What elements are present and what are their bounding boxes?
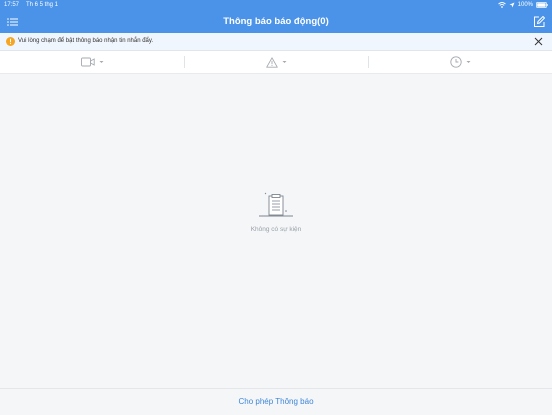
filter-bar bbox=[0, 51, 552, 74]
filter-camera[interactable] bbox=[0, 51, 184, 73]
page-title: Thông báo báo động(0) bbox=[223, 16, 329, 27]
title-bar: Thông báo báo động(0) bbox=[0, 11, 552, 33]
filter-alarm-type[interactable] bbox=[184, 51, 368, 73]
battery-icon bbox=[536, 2, 548, 8]
status-bar: 17:57 Th 6 5 thg 1 100% bbox=[0, 0, 552, 10]
status-time: 17:57 bbox=[4, 2, 20, 8]
chevron-down-icon bbox=[282, 61, 286, 63]
camera-icon bbox=[80, 57, 95, 67]
notice-text: Vui lòng chạm để bật thông báo nhận tin … bbox=[18, 38, 154, 44]
close-icon[interactable] bbox=[533, 36, 544, 47]
wifi-icon bbox=[497, 2, 506, 8]
chevron-down-icon bbox=[466, 61, 470, 63]
bottom-bar: Cho phép Thông báo bbox=[0, 388, 552, 415]
battery-percent: 100% bbox=[517, 2, 533, 8]
empty-state-text: Không có sự kiện bbox=[250, 226, 302, 233]
warning-circle-icon bbox=[6, 37, 15, 46]
filter-time[interactable] bbox=[368, 51, 552, 73]
empty-document-icon bbox=[259, 192, 293, 217]
empty-state: Không có sự kiện bbox=[0, 190, 552, 233]
edit-button[interactable] bbox=[532, 15, 546, 29]
app-header: 17:57 Th 6 5 thg 1 100% Thông báo báo độ… bbox=[0, 0, 552, 33]
chevron-down-icon bbox=[99, 61, 103, 63]
location-icon bbox=[509, 2, 515, 8]
status-indicators: 100% bbox=[497, 0, 548, 10]
status-date: Th 6 5 thg 1 bbox=[26, 2, 59, 8]
clock-icon bbox=[449, 56, 462, 68]
push-notification-banner[interactable]: Vui lòng chạm để bật thông báo nhận tin … bbox=[0, 33, 552, 51]
alert-triangle-icon bbox=[265, 56, 278, 68]
allow-notifications-link[interactable]: Cho phép Thông báo bbox=[0, 389, 552, 415]
edit-icon bbox=[534, 16, 545, 27]
